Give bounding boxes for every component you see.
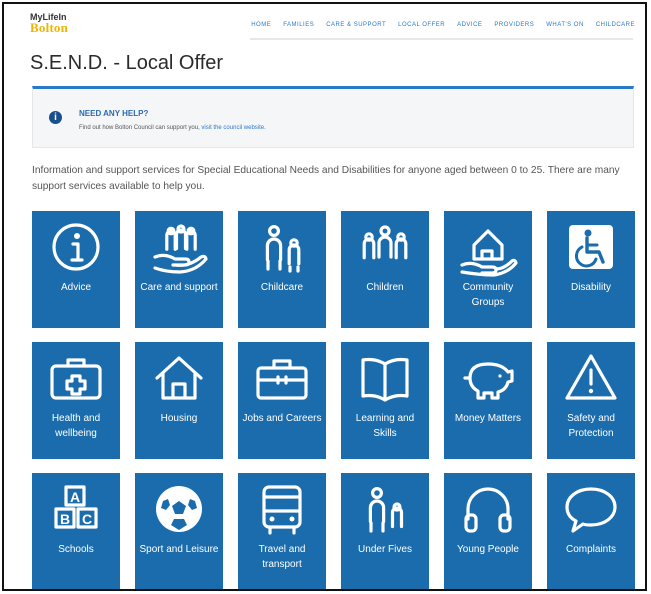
hand-people-icon [153,224,208,274]
speech-bubble-icon [565,487,617,533]
tile-care-and-support[interactable]: Care and support [135,211,223,328]
tile-under-fives[interactable]: Under Fives [341,473,429,589]
tile-label: Jobs and Careers [242,413,322,424]
tile-young-people[interactable]: Young People [444,473,532,589]
house-icon [155,356,203,400]
tile-label: Health and wellbeing [51,413,101,439]
info-icon: i [49,111,62,124]
help-box: i NEED ANY HELP? Find out how Bolton Cou… [32,86,634,148]
tile-learning-and-skills[interactable]: Learning and Skills [341,342,429,459]
parent-toddler-icon [368,487,404,533]
tile-label: Under Fives [358,544,412,555]
tile-label: Care and support [140,282,218,293]
football-icon [156,486,202,532]
main-nav: HOME FAMILIES CARE & SUPPORT LOCAL OFFER ADV… [251,22,635,28]
help-title: NEED ANY HELP? [79,109,149,118]
tile-advice[interactable]: Advice [32,211,120,328]
tile-label: Learning and Skills [355,413,415,439]
medical-case-icon [50,358,102,400]
tile-children[interactable]: Children [341,211,429,328]
tile-label: Childcare [260,282,304,293]
tile-label: Disability [570,282,611,293]
tile-label: Sport and Leisure [139,544,219,555]
wheelchair-icon [569,225,613,269]
nav-advice[interactable]: ADVICE [457,22,482,28]
open-book-icon [361,357,409,402]
tile-schools[interactable]: ABC Schools [32,473,120,589]
toolbox-icon [256,359,308,400]
abc-blocks-icon: AB C [54,485,98,529]
headphones-icon [464,487,512,533]
browser-frame: MyLifeIn Bolton HOME FAMILIES CARE & SUPPO… [2,2,647,591]
nav-local-offer[interactable]: LOCAL OFFER [398,22,445,28]
tile-label: Housing [160,413,198,424]
nav-care-support[interactable]: CARE & SUPPORT [326,22,386,28]
page-title: S.E.N.D. - Local Offer [30,52,224,74]
tile-label: Schools [58,544,94,555]
svg-text:A: A [70,489,80,505]
tile-label: Community Groups [462,282,514,308]
logo-line2: Bolton [30,20,69,35]
council-website-link[interactable]: visit the council website. [201,125,265,131]
tile-housing[interactable]: Housing [135,342,223,459]
site-logo[interactable]: MyLifeIn Bolton [30,12,80,40]
nav-what-s-on[interactable]: WHAT'S ON [546,22,584,28]
tile-label: Advice [60,282,91,293]
svg-text:B: B [60,511,70,527]
adult-child-icon [265,225,301,273]
tile-label: Young People [457,544,519,555]
tile-health-and-wellbeing[interactable]: Health and wellbeing [32,342,120,459]
tile-community-groups[interactable]: Community Groups [444,211,532,328]
tile-disability[interactable]: Disability [547,211,635,328]
help-text: Find out how Bolton Council can support … [79,125,266,131]
tile-label: Safety and Protection [567,413,615,439]
warning-icon [565,354,617,400]
svg-text:C: C [82,511,92,527]
info-circle-icon [52,223,100,271]
children-group-icon [362,225,408,260]
house-hand-icon [460,229,518,277]
tile-label: Children [366,282,404,293]
nav-childcare[interactable]: CHILDCARE [596,22,635,28]
nav-providers[interactable]: PROVIDERS [494,22,534,28]
tile-money-matters[interactable]: Money Matters [444,342,532,459]
tile-complaints[interactable]: Complaints [547,473,635,589]
tile-travel-and-transport[interactable]: Travel and transport [238,473,326,589]
help-text-body: Find out how Bolton Council can support … [79,125,200,131]
tile-safety-and-protection[interactable]: Safety and Protection [547,342,635,459]
tile-sport-and-leisure[interactable]: Sport and Leisure [135,473,223,589]
tile-jobs-and-careers[interactable]: Jobs and Careers [238,342,326,459]
nav-families[interactable]: FAMILIES [283,22,314,28]
piggy-bank-icon [463,362,514,400]
tile-label: Travel and transport [258,544,306,570]
tile-childcare[interactable]: Childcare [238,211,326,328]
nav-divider [250,38,633,40]
nav-home[interactable]: HOME [251,22,271,28]
tile-label: Complaints [565,544,617,555]
intro-text: Information and support services for Spe… [32,165,620,192]
tile-label: Money Matters [454,413,522,424]
bus-icon [262,485,302,535]
